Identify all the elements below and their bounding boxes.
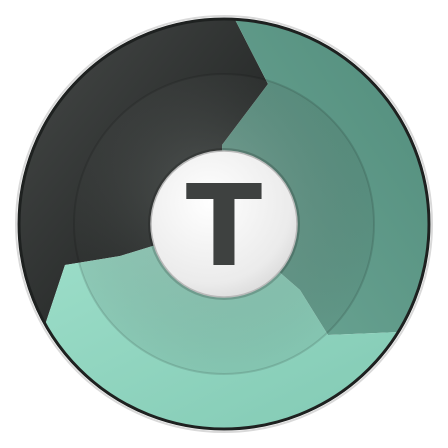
logo-canvas: T [0,0,448,448]
logo-letter: T [185,162,263,292]
